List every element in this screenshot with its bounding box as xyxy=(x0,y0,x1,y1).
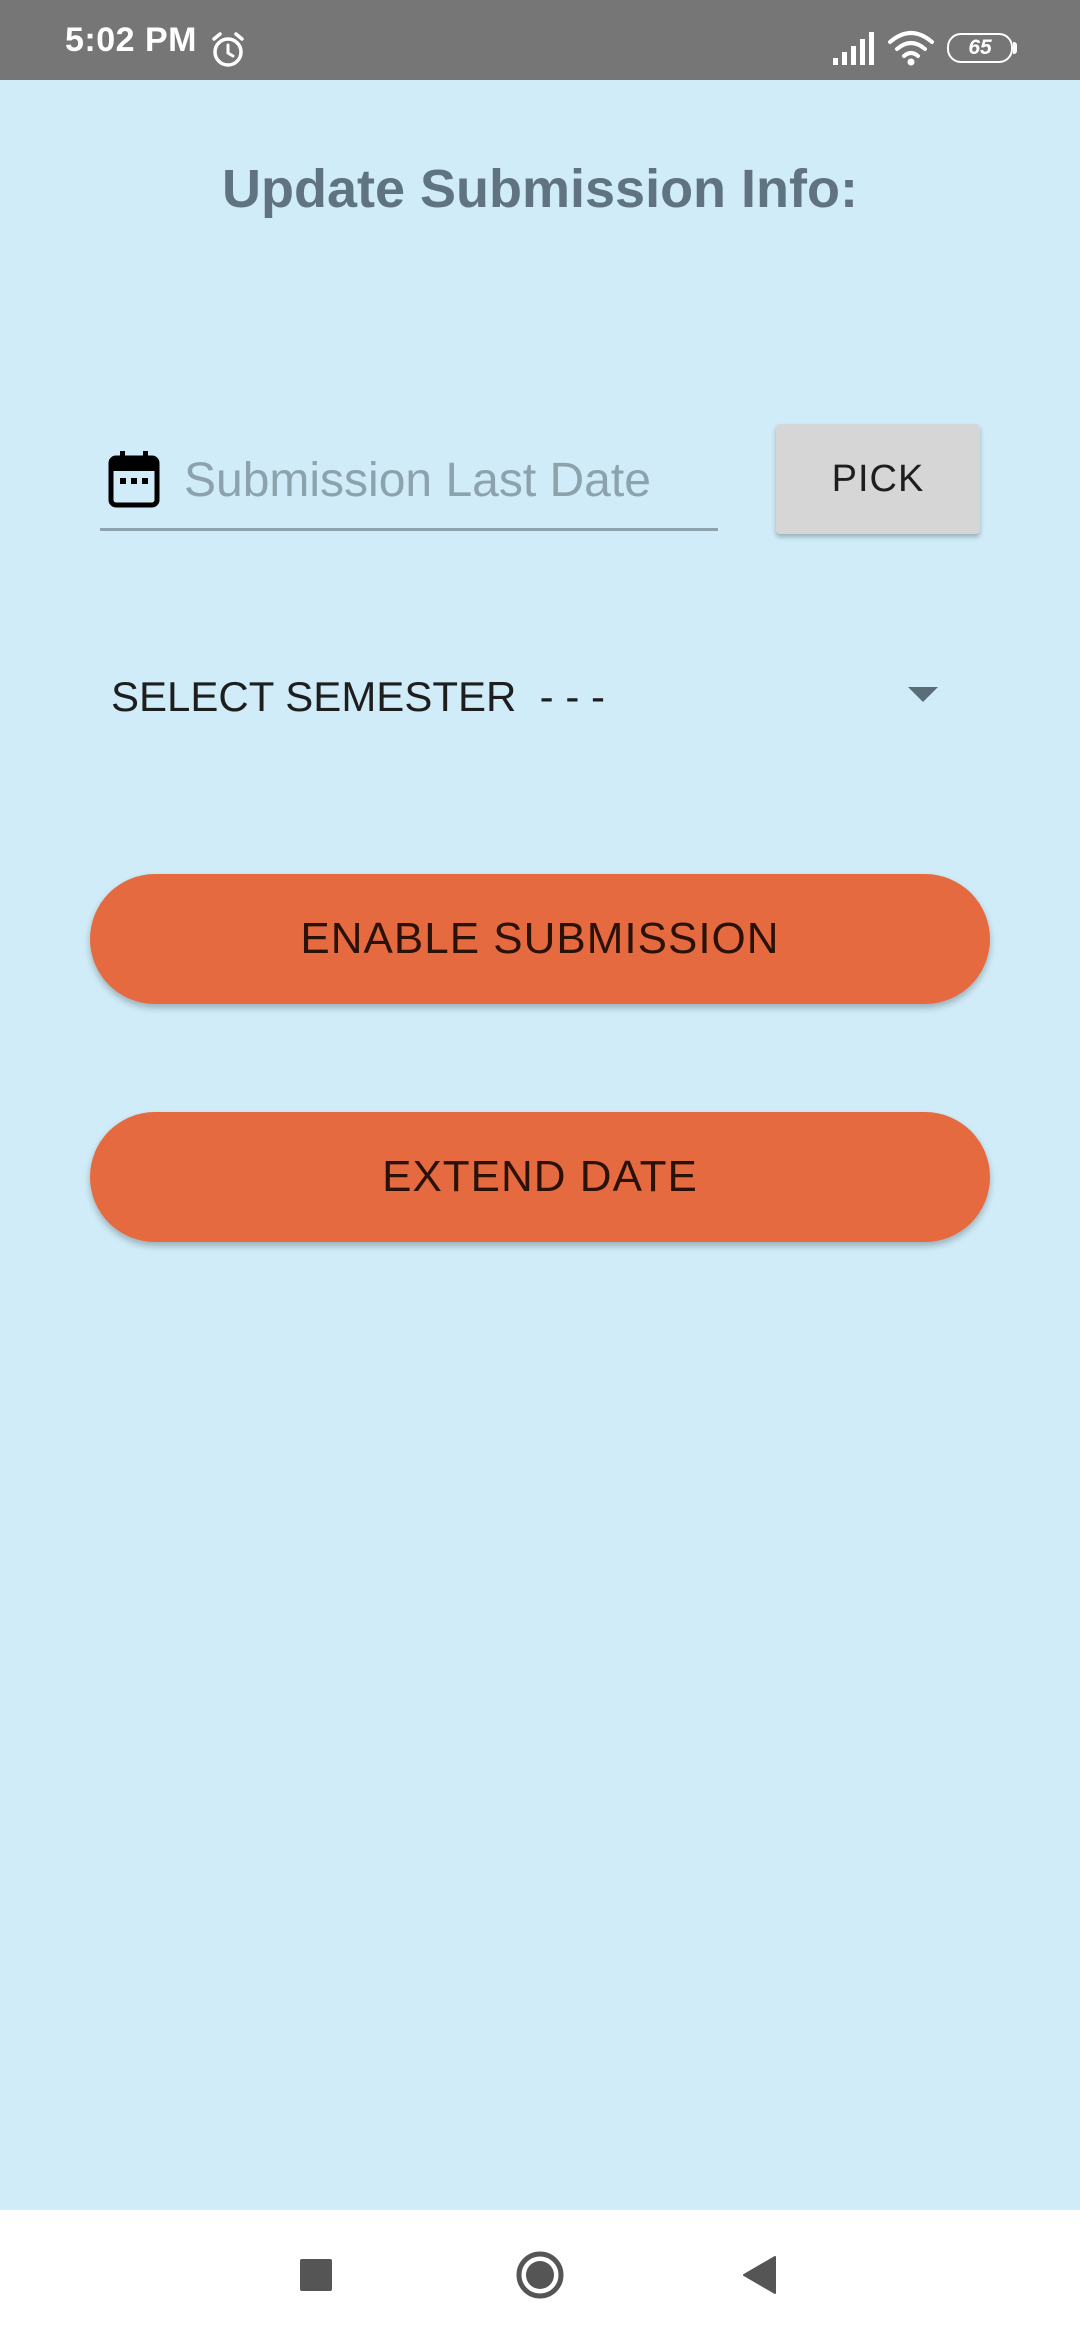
enable-submission-button[interactable]: ENABLE SUBMISSION xyxy=(90,874,990,1004)
pick-date-button[interactable]: PICK xyxy=(776,424,980,534)
calendar-icon xyxy=(108,451,160,508)
semester-dropdown[interactable]: SELECT SEMESTER - - - xyxy=(90,660,950,734)
recents-icon[interactable] xyxy=(300,2259,332,2291)
battery-tip xyxy=(1013,42,1017,54)
signal-icon xyxy=(833,32,874,65)
back-icon[interactable] xyxy=(741,2255,777,2295)
dropdown-arrow-icon xyxy=(908,687,938,702)
extend-date-button[interactable]: EXTEND DATE xyxy=(90,1112,990,1242)
status-time: 5:02 PM xyxy=(65,21,197,59)
page-title: Update Submission Info: xyxy=(221,159,858,219)
wifi-icon xyxy=(888,31,934,66)
navigation-bar xyxy=(0,2210,1080,2340)
alarm-icon xyxy=(212,32,244,67)
battery-level: 65 xyxy=(947,33,1013,63)
home-icon[interactable] xyxy=(515,2250,565,2300)
submission-date-field[interactable] xyxy=(100,440,718,531)
semester-selected-value: SELECT SEMESTER - - - xyxy=(111,673,605,720)
submission-date-input[interactable] xyxy=(184,440,704,520)
battery-icon: 65 xyxy=(947,33,1017,63)
status-bar: 5:02 PM 65 xyxy=(0,0,1080,80)
